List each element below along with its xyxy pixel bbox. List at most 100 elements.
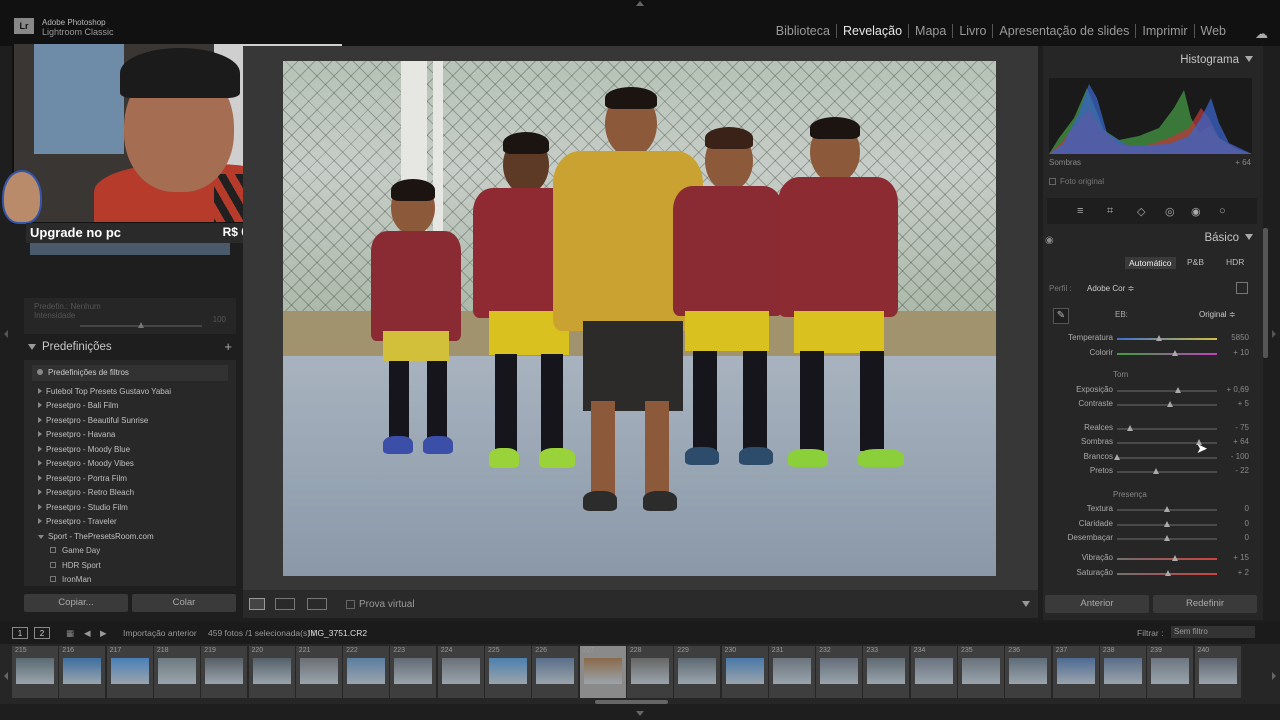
toolbar-menu-chevron-icon[interactable]: [1022, 601, 1030, 607]
slider-value[interactable]: 0: [1245, 519, 1249, 528]
red-eye-icon[interactable]: ◎: [1165, 205, 1175, 218]
copy-button[interactable]: Copiar...: [24, 594, 128, 612]
slider-value[interactable]: - 100: [1231, 452, 1249, 461]
slider-row[interactable]: Brancos - 100: [1043, 452, 1253, 464]
presets-header[interactable]: Predefinições +: [24, 339, 236, 357]
slider-row[interactable]: Claridade 0: [1043, 519, 1253, 531]
original-photo-toggle[interactable]: Foto original: [1049, 177, 1104, 186]
slider-value[interactable]: - 75: [1235, 423, 1249, 432]
slider-row[interactable]: Sombras + 64: [1043, 437, 1253, 449]
slider-value[interactable]: + 64: [1233, 437, 1249, 446]
preset-folder[interactable]: Presetpro - Traveler: [38, 517, 117, 526]
filmstrip-thumbnail[interactable]: 238: [1099, 646, 1146, 698]
preset-folder[interactable]: Presetpro - Bali Film: [38, 401, 118, 410]
slider-value[interactable]: + 2: [1238, 568, 1249, 577]
healing-icon[interactable]: ◇: [1137, 205, 1145, 218]
left-panel-toggle-arrow[interactable]: [4, 330, 8, 338]
module-apresentacao[interactable]: Apresentação de slides: [992, 24, 1135, 38]
slider-value[interactable]: 0: [1245, 504, 1249, 513]
slider-knob[interactable]: [1114, 454, 1120, 460]
loupe-view-icon[interactable]: [249, 598, 265, 610]
slider-value[interactable]: + 0,69: [1227, 385, 1249, 394]
slider-knob[interactable]: [1164, 521, 1170, 527]
filmstrip-thumbnail[interactable]: 231: [768, 646, 815, 698]
filmstrip-thumbnail[interactable]: 225: [485, 646, 531, 698]
preset-folder-open[interactable]: Sport - ThePresetsRoom.com: [38, 532, 154, 541]
preset-folder[interactable]: Presetpro - Portra Film: [38, 474, 127, 483]
crop-icon[interactable]: ⌗: [1107, 205, 1113, 218]
slider-track[interactable]: [1117, 457, 1217, 459]
slider-row[interactable]: Vibração + 15: [1043, 553, 1253, 565]
filmstrip-thumbnail[interactable]: 222: [343, 646, 390, 698]
slider-knob[interactable]: [1167, 401, 1173, 407]
slider-value[interactable]: + 5: [1238, 399, 1249, 408]
slider-value[interactable]: + 15: [1233, 553, 1249, 562]
filmstrip-thumbnail[interactable]: 220: [248, 646, 295, 698]
preset-folder[interactable]: Presetpro - Studio Film: [38, 503, 128, 512]
before-after-split-icon[interactable]: [307, 598, 327, 610]
slider-value[interactable]: + 10: [1233, 348, 1249, 357]
profile-browser-grid-icon[interactable]: [1236, 282, 1248, 294]
preset-item[interactable]: IronMan: [50, 575, 91, 584]
slider-knob[interactable]: [1127, 425, 1133, 431]
edit-sliders-icon[interactable]: ≡: [1077, 205, 1083, 217]
filmstrip-thumbnail[interactable]: 227: [579, 646, 626, 698]
module-imprimir[interactable]: Imprimir: [1135, 24, 1193, 38]
wb-dropdown[interactable]: Original ≑: [1199, 310, 1236, 319]
main-photo[interactable]: [283, 61, 996, 576]
main-window-button[interactable]: 1: [12, 627, 28, 639]
preset-folder[interactable]: Presetpro - Moody Vibes: [38, 459, 134, 468]
slider-value[interactable]: - 22: [1235, 466, 1249, 475]
filmstrip-thumbnail[interactable]: 233: [863, 646, 910, 698]
profile-dropdown[interactable]: Adobe Cor ≑: [1087, 284, 1134, 293]
preset-folder[interactable]: Presetpro - Havana: [38, 430, 115, 439]
preset-filter-row[interactable]: Predefinições de filtros: [32, 365, 228, 381]
slider-track[interactable]: [1117, 390, 1217, 392]
filmstrip-thumbnail[interactable]: 223: [390, 646, 437, 698]
slider-knob[interactable]: [1164, 535, 1170, 541]
add-preset-icon[interactable]: +: [224, 339, 232, 354]
filmstrip-thumbnail[interactable]: 228: [626, 646, 673, 698]
mode-auto-button[interactable]: Automático: [1125, 257, 1176, 269]
mode-bw-button[interactable]: P&B: [1187, 257, 1204, 267]
right-panel-scrollbar[interactable]: [1263, 228, 1268, 358]
paste-button[interactable]: Colar: [132, 594, 236, 612]
filmstrip-thumbnail[interactable]: 236: [1005, 646, 1052, 698]
filmstrip-thumbnail[interactable]: 234: [910, 646, 957, 698]
module-mapa[interactable]: Mapa: [908, 24, 952, 38]
module-web[interactable]: Web: [1193, 24, 1232, 38]
slider-knob[interactable]: [1175, 387, 1181, 393]
soft-proof-checkbox[interactable]: [346, 600, 355, 609]
preset-folder[interactable]: Presetpro - Moody Blue: [38, 445, 130, 454]
slider-knob[interactable]: [1165, 570, 1171, 576]
preset-folder[interactable]: Presetpro - Retro Bleach: [38, 488, 134, 497]
histogram-header[interactable]: Histograma: [1180, 54, 1253, 66]
slider-value[interactable]: 0: [1245, 533, 1249, 542]
filmstrip-thumbnail[interactable]: 230: [721, 646, 768, 698]
slider-row[interactable]: Colorir + 10: [1043, 348, 1253, 360]
slider-knob[interactable]: [1172, 555, 1178, 561]
filmstrip-thumbnail[interactable]: 240: [1194, 646, 1241, 698]
slider-row[interactable]: Realces - 75: [1043, 423, 1253, 435]
intensity-slider-knob[interactable]: [138, 322, 144, 328]
slider-row[interactable]: Textura 0: [1043, 504, 1253, 516]
grid-view-icon[interactable]: ▦: [66, 628, 74, 639]
collapse-bottom-arrow[interactable]: [636, 711, 644, 716]
slider-track[interactable]: [1117, 338, 1217, 340]
filmstrip-thumbnail[interactable]: 224: [437, 646, 484, 698]
filmstrip-filename[interactable]: IMG_3751.CR2: [308, 628, 367, 638]
filmstrip-thumbnail[interactable]: 226: [532, 646, 579, 698]
filmstrip-scrollbar[interactable]: [595, 700, 668, 704]
adjustment-brush-icon[interactable]: ○: [1219, 205, 1226, 217]
reset-button[interactable]: Redefinir: [1153, 595, 1257, 613]
filmstrip-thumbnail[interactable]: 235: [958, 646, 1004, 698]
slider-knob[interactable]: [1172, 350, 1178, 356]
slider-knob[interactable]: [1164, 506, 1170, 512]
slider-row[interactable]: Saturação + 2: [1043, 568, 1253, 580]
filmstrip-thumbnail[interactable]: 218: [153, 646, 200, 698]
masking-icon[interactable]: ◉: [1191, 205, 1201, 218]
filmstrip-thumbnail[interactable]: 239: [1147, 646, 1194, 698]
previous-button[interactable]: Anterior: [1045, 595, 1149, 613]
filmstrip-thumbnail[interactable]: 216: [59, 646, 106, 698]
second-window-button[interactable]: 2: [34, 627, 50, 639]
